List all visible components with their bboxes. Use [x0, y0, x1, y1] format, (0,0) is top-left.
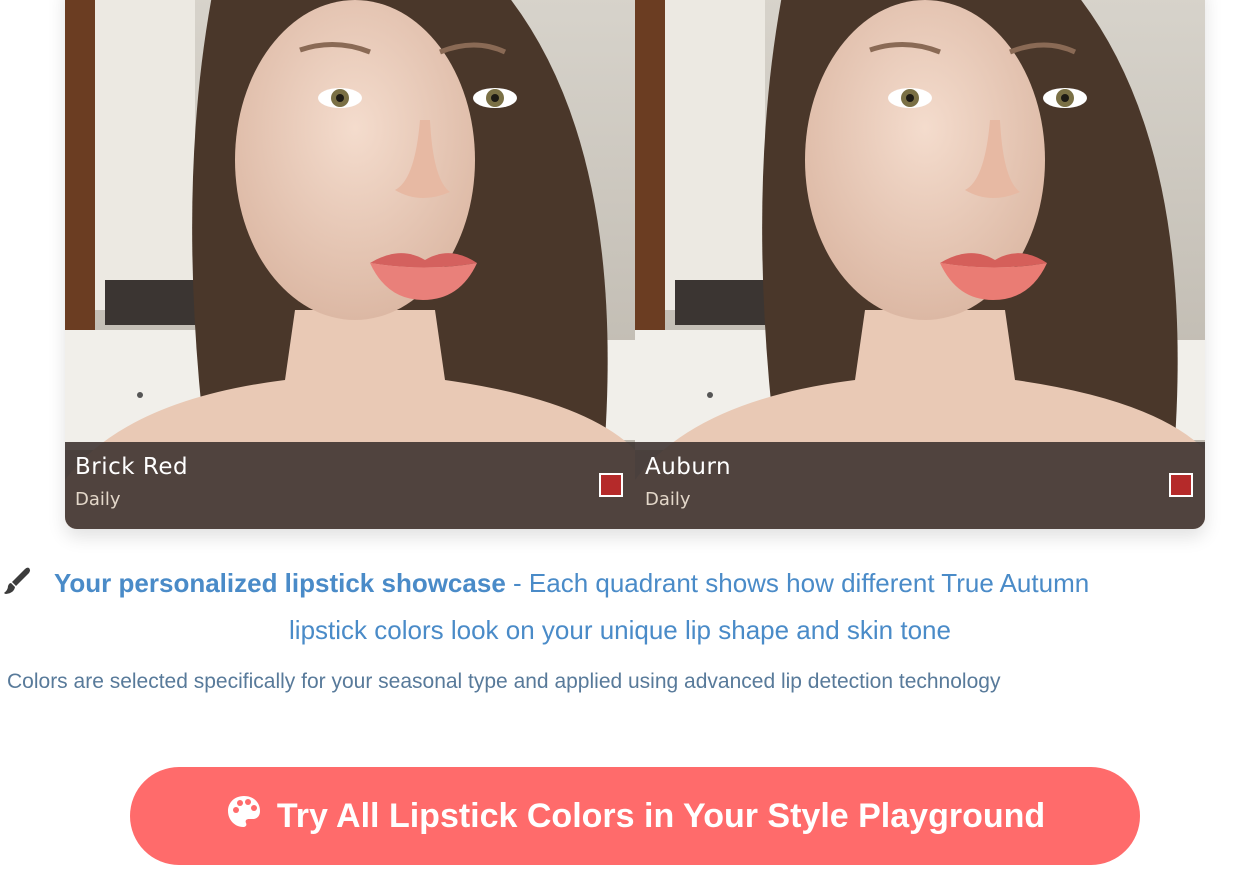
- shade-name: Auburn: [645, 454, 732, 480]
- shade-usage: Daily: [645, 489, 691, 510]
- shade-swatch: [1169, 473, 1193, 497]
- shade-usage: Daily: [75, 489, 121, 510]
- paintbrush-icon: [2, 566, 32, 603]
- showcase-quadrant-auburn[interactable]: Auburn Daily: [635, 0, 1205, 529]
- shade-caption: Auburn Daily: [635, 442, 1205, 529]
- selection-note: Colors are selected specifically for you…: [7, 670, 1001, 693]
- showcase-description-bold: Your personalized lipstick showcase: [54, 568, 506, 598]
- try-all-lipsticks-label: Try All Lipstick Colors in Your Style Pl…: [276, 796, 1046, 835]
- lipstick-showcase-page: Brick Red Daily Auburn Daily Your person…: [0, 0, 1253, 873]
- palette-icon: [225, 793, 263, 840]
- showcase-description-text: - Each quadrant shows how different True…: [505, 568, 1090, 598]
- showcase-quadrant-brick-red[interactable]: Brick Red Daily: [65, 0, 635, 529]
- lipstick-showcase-grid: Brick Red Daily Auburn Daily: [65, 0, 1205, 529]
- try-all-lipsticks-button[interactable]: Try All Lipstick Colors in Your Style Pl…: [130, 767, 1140, 865]
- showcase-description-line2: lipstick colors look on your unique lip …: [289, 615, 951, 645]
- showcase-description-line1: Your personalized lipstick showcase - Ea…: [0, 566, 1253, 603]
- shade-name: Brick Red: [75, 454, 189, 480]
- shade-swatch: [599, 473, 623, 497]
- shade-caption: Brick Red Daily: [65, 442, 635, 529]
